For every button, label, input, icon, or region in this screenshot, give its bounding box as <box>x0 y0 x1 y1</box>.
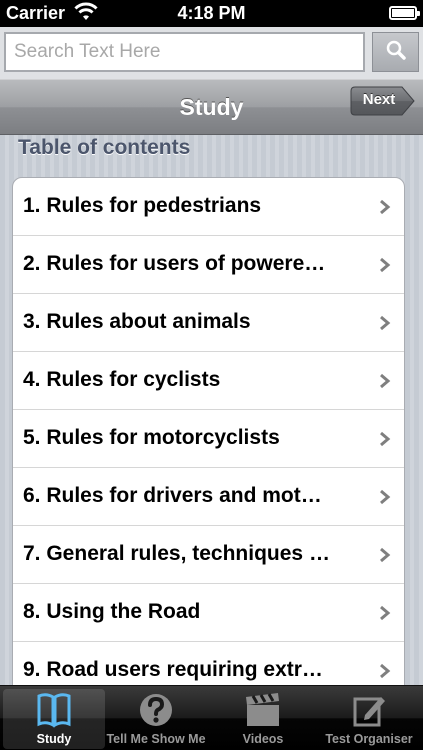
list-item-label: 1. Rules for pedestrians <box>23 194 262 217</box>
chevron-right-icon <box>379 663 391 684</box>
list-item[interactable]: 4. Rules for cyclists <box>13 352 404 410</box>
status-time: 4:18 PM <box>177 3 246 23</box>
next-button[interactable]: Next <box>350 86 416 116</box>
list-item-label: 2. Rules for users of powere… <box>23 252 326 275</box>
chevron-right-icon <box>379 373 391 394</box>
list-item[interactable]: 7. General rules, techniques … <box>13 526 404 584</box>
tab-label: Tell Me Show Me <box>106 732 206 746</box>
list-item[interactable]: 9. Road users requiring extr… <box>13 642 404 685</box>
list-item[interactable]: 3. Rules about animals <box>13 294 404 352</box>
tab-label: Test Organiser <box>325 732 413 746</box>
chevron-right-icon <box>379 547 391 568</box>
toc-list: 1. Rules for pedestrians 2. Rules for us… <box>12 177 405 685</box>
list-item[interactable]: 5. Rules for motorcyclists <box>13 410 404 468</box>
navigation-bar: Study Next <box>0 79 423 135</box>
notepad-pencil-icon <box>318 691 420 729</box>
status-bar: Carrier 4:18 PM <box>0 0 423 27</box>
next-button-label: Next <box>362 91 396 108</box>
chevron-right-icon <box>379 315 391 336</box>
list-item[interactable]: 8. Using the Road <box>13 584 404 642</box>
search-icon <box>385 39 407 66</box>
tab-study[interactable]: Study <box>3 689 105 749</box>
question-icon <box>105 691 207 729</box>
list-item-label: 3. Rules about animals <box>23 310 251 333</box>
book-icon <box>3 691 105 729</box>
list-item-label: 8. Using the Road <box>23 600 201 623</box>
section-header: Table of contents <box>18 136 191 159</box>
list-item-label: 7. General rules, techniques … <box>23 542 330 565</box>
chevron-right-icon <box>379 489 391 510</box>
list-item-label: 4. Rules for cyclists <box>23 368 221 391</box>
battery-icon <box>389 6 420 20</box>
clapperboard-icon <box>212 691 314 729</box>
tab-tell-me-show-me[interactable]: Tell Me Show Me <box>105 689 207 749</box>
tab-test-organiser[interactable]: Test Organiser <box>318 689 420 749</box>
chevron-right-icon <box>379 199 391 220</box>
search-bar <box>0 27 423 79</box>
list-item[interactable]: 6. Rules for drivers and mot… <box>13 468 404 526</box>
table-of-contents-view: Table of contents 1. Rules for pedestria… <box>0 135 423 685</box>
list-item-label: 5. Rules for motorcyclists <box>23 426 280 449</box>
chevron-right-icon <box>379 605 391 626</box>
tab-label: Videos <box>242 732 284 746</box>
chevron-right-icon <box>379 431 391 452</box>
tab-label: Study <box>36 732 72 746</box>
list-item[interactable]: 2. Rules for users of powere… <box>13 236 404 294</box>
tab-bar: Study Tell Me Show Me Videos Test Organi… <box>0 685 423 750</box>
list-item-label: 6. Rules for drivers and mot… <box>23 484 322 507</box>
search-input[interactable] <box>4 32 365 72</box>
search-button[interactable] <box>372 32 419 72</box>
list-item[interactable]: 1. Rules for pedestrians <box>13 178 404 236</box>
chevron-right-icon <box>379 257 391 278</box>
tab-videos[interactable]: Videos <box>212 689 314 749</box>
list-item-label: 9. Road users requiring extr… <box>23 658 323 681</box>
